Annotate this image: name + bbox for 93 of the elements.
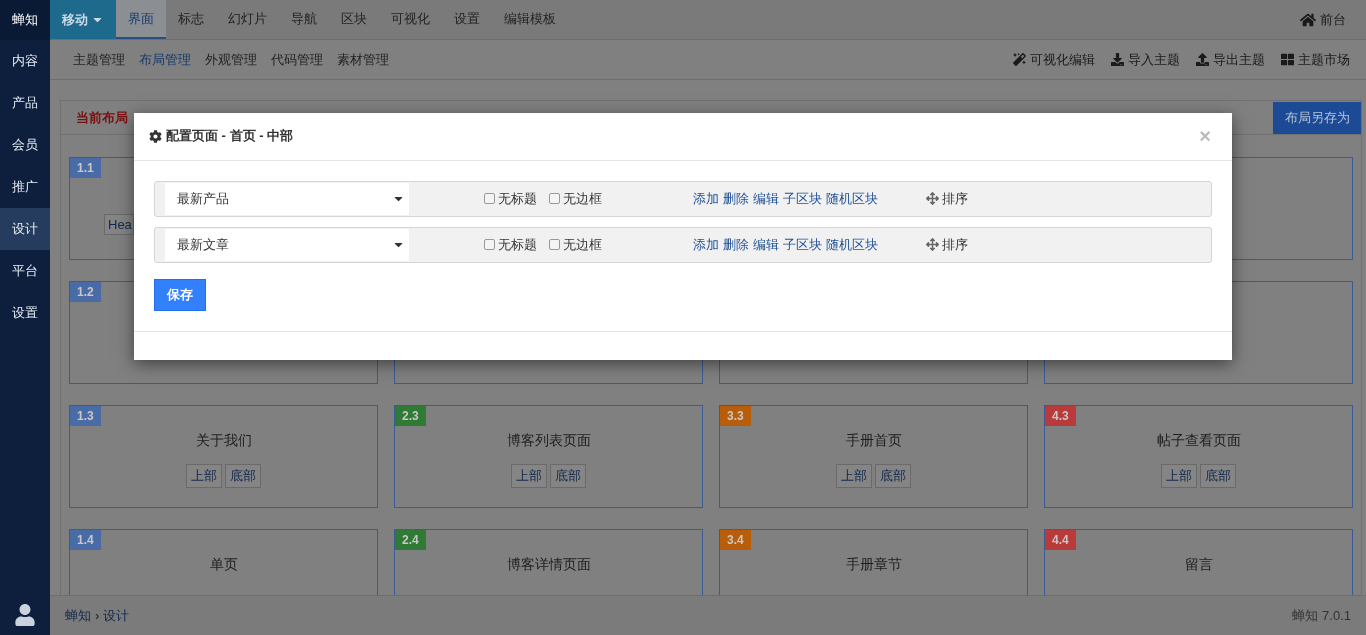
- region-button[interactable]: 上部: [836, 464, 872, 488]
- checkbox-option[interactable]: 无边框: [549, 235, 602, 254]
- version-text: 蝉知 7.0.1: [1292, 606, 1351, 625]
- checkbox-option[interactable]: 无标题: [484, 189, 537, 208]
- checkbox[interactable]: [549, 193, 560, 205]
- page-title: 博客详情页面: [506, 556, 591, 574]
- checkbox[interactable]: [484, 193, 495, 205]
- number-badge: 4.4: [1045, 530, 1076, 550]
- mobile-menu-button[interactable]: 移动: [50, 0, 116, 39]
- action-link[interactable]: 删除: [723, 235, 749, 254]
- number-badge: 3.3: [720, 406, 751, 426]
- nav-tab[interactable]: 界面: [116, 0, 166, 39]
- breadcrumb-separator: ›: [95, 608, 100, 623]
- nav-tab[interactable]: 标志: [166, 0, 216, 39]
- page-title: 手册首页: [845, 432, 902, 450]
- save-button[interactable]: 保存: [154, 278, 206, 311]
- settings-icon: [149, 129, 162, 143]
- number-badge: 1.2: [70, 282, 101, 302]
- page-title: 博客列表页面: [506, 432, 591, 450]
- checkbox-option[interactable]: 无边框: [549, 189, 602, 208]
- brand-logo[interactable]: 蝉知: [0, 0, 50, 40]
- page-title: 帖子查看页面: [1156, 432, 1241, 450]
- block-select[interactable]: 最新产品: [165, 182, 409, 215]
- region-button[interactable]: Hea: [104, 214, 134, 235]
- region-button[interactable]: 上部: [186, 464, 222, 488]
- region-button[interactable]: 底部: [225, 464, 261, 488]
- region-button[interactable]: 上部: [1161, 464, 1197, 488]
- action-link[interactable]: 子区块: [783, 189, 822, 208]
- move-icon: [926, 192, 939, 206]
- sidebar-item[interactable]: 设置: [0, 292, 50, 334]
- page-title: 单页: [209, 556, 238, 574]
- subnav-tab[interactable]: 代码管理: [264, 50, 330, 69]
- user-avatar-icon[interactable]: [14, 604, 36, 626]
- sidebar-item[interactable]: 平台: [0, 250, 50, 292]
- sidebar-item[interactable]: 推广: [0, 166, 50, 208]
- upload-icon: [1196, 53, 1209, 66]
- nav-tab[interactable]: 编辑模板: [492, 0, 568, 39]
- page-title: 关于我们: [195, 432, 252, 450]
- block-select[interactable]: 最新文章: [165, 228, 409, 261]
- breadcrumb-link[interactable]: 设计: [103, 606, 130, 625]
- sort-handle[interactable]: 排序: [926, 189, 968, 208]
- number-badge: 1.3: [70, 406, 101, 426]
- number-badge: 2.4: [395, 530, 426, 550]
- subnav-tab[interactable]: 布局管理: [132, 50, 198, 69]
- checkbox[interactable]: [549, 239, 560, 251]
- nav-tab[interactable]: 区块: [329, 0, 379, 39]
- action-link[interactable]: 随机区块: [826, 189, 878, 208]
- subnav-tab[interactable]: 外观管理: [198, 50, 264, 69]
- number-badge: 3.4: [720, 530, 751, 550]
- magic-wand-icon: [1013, 53, 1026, 66]
- home-link[interactable]: 前台: [1300, 0, 1346, 39]
- sidebar-item[interactable]: 设计: [0, 208, 50, 250]
- sidebar-item[interactable]: 产品: [0, 82, 50, 124]
- action-link[interactable]: 子区块: [783, 235, 822, 254]
- action-link[interactable]: 添加: [693, 235, 719, 254]
- region-button[interactable]: 上部: [511, 464, 547, 488]
- toolbar-link[interactable]: 导出主题: [1196, 50, 1265, 69]
- action-link[interactable]: 编辑: [753, 189, 779, 208]
- page-title: 留言: [1184, 556, 1213, 574]
- nav-tab[interactable]: 导航: [279, 0, 329, 39]
- number-badge: 4.3: [1045, 406, 1076, 426]
- home-icon: [1300, 11, 1316, 28]
- sort-handle[interactable]: 排序: [926, 235, 968, 254]
- number-badge: 1.1: [70, 158, 101, 178]
- number-badge: 2.3: [395, 406, 426, 426]
- action-link[interactable]: 添加: [693, 189, 719, 208]
- action-link[interactable]: 删除: [723, 189, 749, 208]
- checkbox-option[interactable]: 无标题: [484, 235, 537, 254]
- page-title: 手册章节: [845, 556, 902, 574]
- toolbar-link[interactable]: 可视化编辑: [1013, 50, 1095, 69]
- dialog-title: 配置页面 - 首页 - 中部: [149, 127, 294, 146]
- save-as-button[interactable]: 布局另存为: [1273, 101, 1361, 134]
- nav-tab[interactable]: 幻灯片: [216, 0, 279, 39]
- nav-tab[interactable]: 设置: [442, 0, 492, 39]
- breadcrumb-link[interactable]: 蝉知: [65, 606, 91, 625]
- action-link[interactable]: 编辑: [753, 235, 779, 254]
- region-button[interactable]: 底部: [1200, 464, 1236, 488]
- layout-title: 当前布局: [76, 108, 128, 127]
- grid-icon: [1281, 53, 1294, 66]
- subnav-tab[interactable]: 素材管理: [330, 50, 396, 69]
- action-link[interactable]: 随机区块: [826, 235, 878, 254]
- subnav-tab[interactable]: 主题管理: [66, 50, 132, 69]
- region-button[interactable]: 底部: [875, 464, 911, 488]
- toolbar-link[interactable]: 主题市场: [1281, 50, 1350, 69]
- move-icon: [926, 238, 939, 252]
- number-badge: 1.4: [70, 530, 101, 550]
- download-icon: [1111, 53, 1124, 66]
- nav-tab[interactable]: 可视化: [379, 0, 442, 39]
- region-button[interactable]: 底部: [550, 464, 586, 488]
- checkbox[interactable]: [484, 239, 495, 251]
- sidebar-item[interactable]: 会员: [0, 124, 50, 166]
- sidebar-item[interactable]: 内容: [0, 40, 50, 82]
- toolbar-link[interactable]: 导入主题: [1111, 50, 1180, 69]
